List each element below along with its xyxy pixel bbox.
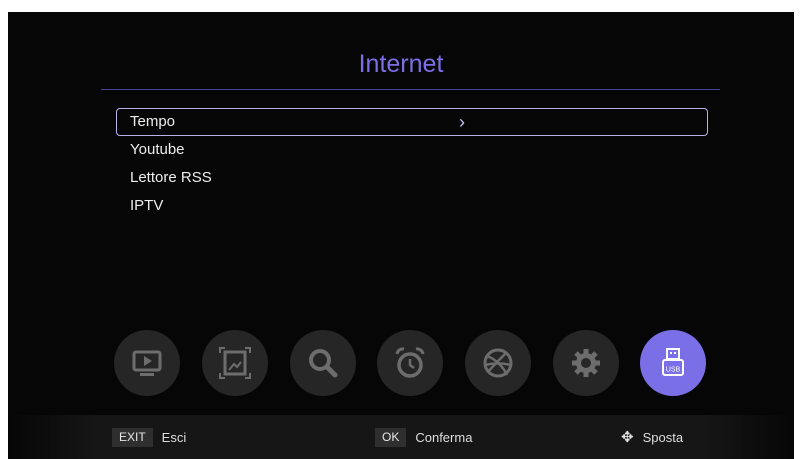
menu-item-label: Lettore RSS	[130, 169, 212, 186]
footer-bar: EXIT Esci OK Conferma ✥ Sposta	[8, 415, 794, 459]
exit-key: EXIT	[112, 427, 153, 447]
internet-menu: Tempo › Youtube Lettore RSS IPTV	[116, 108, 708, 220]
title-divider	[101, 89, 720, 90]
move-hint[interactable]: ✥ Sposta	[621, 427, 683, 447]
timer-button[interactable]	[377, 330, 443, 396]
settings-gear-icon	[572, 349, 600, 377]
ok-label: Conferma	[415, 429, 473, 445]
menu-item-label: IPTV	[130, 197, 164, 214]
chevron-right-icon: ›	[459, 112, 465, 132]
usb-button[interactable]: USB	[640, 330, 706, 396]
move-arrows-icon: ✥	[621, 429, 634, 446]
alarm-clock-icon	[395, 347, 425, 378]
menu-item-label: Tempo	[130, 113, 176, 130]
ok-key: OK	[375, 427, 407, 447]
search-icon	[309, 349, 338, 378]
internet-button[interactable]	[465, 330, 531, 396]
exit-hint[interactable]: EXIT Esci	[112, 427, 186, 447]
settings-button[interactable]	[553, 330, 619, 396]
usb-label: USB	[666, 367, 681, 374]
menu-item-iptv[interactable]: IPTV	[116, 192, 708, 220]
menu-item-tempo[interactable]: Tempo ›	[116, 108, 708, 136]
page-title: Internet	[358, 50, 444, 78]
ok-hint[interactable]: OK Conferma	[375, 427, 472, 447]
picture-icon	[219, 347, 251, 379]
globe-icon	[483, 348, 513, 378]
tv-screen: Internet Tempo › Youtube Lettore RSS IPT…	[8, 12, 794, 459]
search-button[interactable]	[290, 330, 356, 396]
menu-item-lettore-rss[interactable]: Lettore RSS	[116, 164, 708, 192]
tv-button[interactable]	[114, 330, 180, 396]
move-label: Sposta	[642, 429, 684, 445]
main-menu-bar: USB	[8, 330, 794, 398]
menu-item-youtube[interactable]: Youtube	[116, 136, 708, 164]
usb-icon: USB	[662, 348, 684, 376]
menu-item-label: Youtube	[130, 141, 185, 158]
exit-label: Esci	[161, 429, 187, 445]
picture-button[interactable]	[202, 330, 268, 396]
tv-icon	[132, 350, 162, 376]
